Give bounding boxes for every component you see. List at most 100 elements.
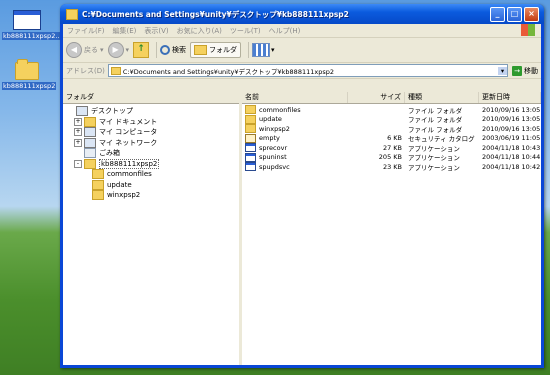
tree-node[interactable]: ごみ箱 — [63, 148, 239, 159]
folders-pane: フォルダ デスクトップ + マイ ドキュメント + マイ コンピュータ + マイ ネットワー… — [63, 92, 242, 365]
menu-favorites[interactable]: お気に入り(A) — [173, 26, 226, 36]
tree-node[interactable]: commonfiles — [63, 169, 239, 180]
collapse-icon[interactable]: - — [74, 159, 82, 168]
column-headers: 名前 サイズ 種類 更新日時 — [242, 92, 541, 104]
expand-icon[interactable]: + — [74, 138, 82, 147]
menu-help[interactable]: ヘルプ(H) — [265, 26, 305, 36]
file-type: ファイル フォルダ — [408, 116, 463, 125]
dropdown-icon[interactable]: ▾ — [126, 46, 130, 54]
file-name: update — [259, 115, 282, 124]
windows-logo-icon — [521, 24, 535, 36]
tree-node[interactable]: update — [63, 179, 239, 191]
maximize-button[interactable]: □ — [507, 6, 522, 22]
trash-icon — [84, 148, 96, 159]
file-date: 2010/09/16 13:05 — [482, 124, 541, 133]
file-date: 2004/11/18 10:42 — [482, 162, 541, 171]
file-name-cell: update — [242, 114, 348, 124]
address-dropdown-icon[interactable]: ▾ — [498, 66, 507, 75]
application-icon — [245, 152, 256, 162]
folder-icon — [84, 158, 96, 169]
folder-icon — [92, 190, 104, 201]
file-row[interactable]: spuninst 205 KB アプリケーション 2004/11/18 10:44 — [242, 152, 541, 162]
search-icon — [160, 45, 171, 55]
column-size[interactable]: サイズ — [348, 92, 405, 103]
desktop-icon-window[interactable]: kb888111xpsp2... — [2, 10, 63, 40]
menu-view[interactable]: 表示(V) — [140, 26, 172, 36]
file-size: 23 KB — [382, 162, 402, 171]
column-date[interactable]: 更新日時 — [479, 92, 541, 103]
separator — [248, 42, 250, 58]
tree-node[interactable]: - kb888111xpsp2 — [63, 158, 239, 170]
tree-node-label: update — [107, 180, 132, 189]
folder-icon — [245, 114, 256, 124]
menu-edit[interactable]: 編集(E) — [109, 26, 141, 36]
file-size: 6 KB — [387, 134, 402, 143]
network-icon — [84, 137, 96, 148]
go-label: 移動 — [524, 66, 538, 75]
content-area: フォルダ デスクトップ + マイ ドキュメント + マイ コンピュータ + マイ ネットワー… — [63, 92, 541, 365]
dropdown-icon[interactable]: ▾ — [100, 46, 104, 54]
file-type: セキュリティ カタログ — [408, 135, 475, 144]
forward-button[interactable]: ▶ ▾ — [107, 42, 130, 58]
file-row[interactable]: spupdsvc 23 KB アプリケーション 2004/11/18 10:42 — [242, 162, 541, 172]
file-row[interactable]: empty 6 KB セキュリティ カタログ 2003/06/19 11:05 — [242, 133, 541, 144]
dropdown-icon: ▾ — [271, 46, 275, 54]
address-input[interactable]: C:¥Documents and Settings¥unity¥デスクトップ¥k… — [107, 64, 508, 77]
file-row[interactable]: sprecovr 27 KB アプリケーション 2004/11/18 10:43 — [242, 143, 541, 153]
folder-icon — [110, 66, 121, 75]
file-name: spupdsvc — [259, 162, 290, 171]
file-name: winxpsp2 — [259, 124, 290, 133]
file-size: 27 KB — [382, 143, 402, 152]
tree-node[interactable]: + マイ ドキュメント — [63, 116, 239, 128]
column-name[interactable]: 名前 — [242, 92, 348, 103]
file-name-cell: sprecovr — [242, 143, 348, 153]
expand-icon[interactable]: + — [74, 117, 82, 126]
file-size: 205 KB — [378, 153, 402, 162]
back-arrow-icon: ◀ — [66, 42, 82, 58]
menu-tools[interactable]: ツール(T) — [226, 26, 265, 36]
file-rows: commonfiles ファイル フォルダ 2010/09/16 13:05 upda… — [242, 104, 541, 172]
application-icon — [245, 162, 256, 172]
file-row[interactable]: update ファイル フォルダ 2010/09/16 13:05 — [242, 114, 541, 125]
address-bar: アドレス(D) C:¥Documents and Settings¥unity¥… — [63, 63, 541, 79]
back-button[interactable]: ◀ 戻る ▾ — [66, 42, 104, 58]
menu-bar: ファイル(F) 編集(E) 表示(V) お気に入り(A) ツール(T) ヘルプ(… — [63, 24, 541, 38]
up-button[interactable]: ↑ — [133, 42, 150, 58]
menu-file[interactable]: ファイル(F) — [63, 26, 109, 36]
go-button[interactable]: → 移動 — [512, 65, 538, 76]
views-button[interactable]: ▾ — [252, 43, 275, 57]
folder-icon — [84, 116, 96, 127]
desktop-icon-folder[interactable]: kb888111xpsp2 — [2, 59, 57, 90]
folders-button[interactable]: フォルダ — [190, 42, 242, 58]
search-button[interactable]: 検索 — [160, 45, 186, 55]
back-label: 戻る — [84, 46, 98, 54]
file-name: spuninst — [259, 153, 287, 162]
close-button[interactable]: × — [524, 6, 539, 22]
address-label: アドレス(D) — [66, 66, 105, 75]
file-name-cell: empty — [242, 133, 348, 143]
forward-arrow-icon: ▶ — [107, 42, 124, 58]
title-bar[interactable]: C:¥Documents and Settings¥unity¥デスクトップ¥k… — [60, 4, 544, 24]
tree-node[interactable]: + マイ ネットワーク — [63, 137, 239, 149]
window-body: ファイル(F) 編集(E) 表示(V) お気に入り(A) ツール(T) ヘルプ(… — [63, 24, 541, 365]
file-name: sprecovr — [259, 143, 288, 152]
column-type[interactable]: 種類 — [405, 92, 479, 103]
folder-icon — [15, 59, 39, 80]
desktop-icon-label: kb888111xpsp2 — [2, 82, 57, 90]
tree-node[interactable]: デスクトップ — [63, 106, 239, 117]
minimize-button[interactable]: _ — [490, 6, 505, 22]
file-date: 2010/09/16 13:05 — [482, 105, 541, 114]
file-list-pane: 名前 サイズ 種類 更新日時 commonfiles ファイル フォルダ 2010/… — [242, 92, 541, 365]
catalog-icon — [245, 133, 256, 143]
up-folder-icon: ↑ — [133, 42, 150, 58]
expand-icon[interactable]: + — [74, 128, 82, 137]
tree-node[interactable]: winxpsp2 — [63, 190, 239, 201]
file-row[interactable]: commonfiles ファイル フォルダ 2010/09/16 13:05 — [242, 105, 541, 115]
toolbar: ◀ 戻る ▾ ▶ ▾ ↑ 検索 フォルダ ▾ — [63, 38, 541, 63]
explorer-window: C:¥Documents and Settings¥unity¥デスクトップ¥k… — [60, 4, 544, 368]
file-name: commonfiles — [259, 105, 301, 114]
tree-node[interactable]: + マイ コンピュータ — [63, 127, 239, 138]
folder-icon — [92, 179, 104, 190]
search-label: 検索 — [172, 46, 187, 54]
file-row[interactable]: winxpsp2 ファイル フォルダ 2010/09/16 13:05 — [242, 124, 541, 134]
